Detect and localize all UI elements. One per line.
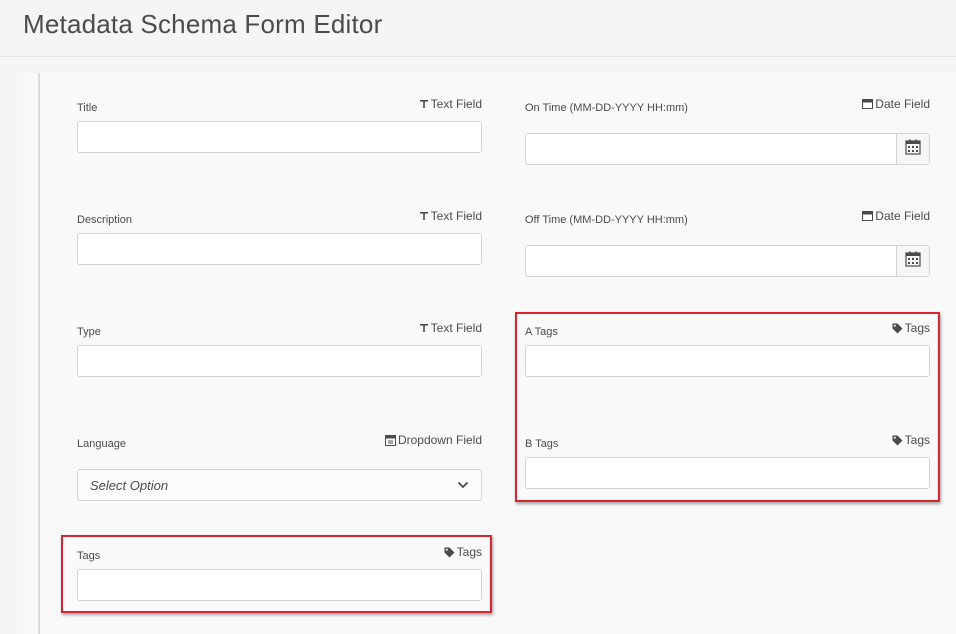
chevron-down-icon (457, 476, 469, 494)
on-time-field-type: Date Field (830, 97, 930, 111)
language-field-label: Language (77, 438, 126, 450)
title-input[interactable] (77, 121, 482, 153)
title-field-type-label: Text Field (430, 97, 482, 111)
type-field-label: Type (77, 326, 101, 338)
calendar-icon (905, 251, 921, 272)
type-field-type-label: Text Field (430, 321, 482, 335)
description-input[interactable] (77, 233, 482, 265)
text-icon (419, 211, 429, 221)
tags-highlight-box (61, 535, 492, 613)
ab-tags-highlight-box (515, 312, 940, 502)
text-icon (419, 323, 429, 333)
off-time-field-type: Date Field (830, 209, 930, 223)
off-time-input[interactable] (525, 245, 897, 277)
panel-left-rule (38, 73, 40, 634)
type-input[interactable] (77, 345, 482, 377)
calendar-icon (862, 211, 874, 221)
title-field-type: Text Field (380, 97, 482, 111)
on-time-input[interactable] (525, 133, 897, 165)
calendar-icon (862, 99, 874, 109)
off-time-field-type-label: Date Field (875, 209, 930, 223)
off-time-calendar-button[interactable] (896, 245, 930, 277)
on-time-field-label: On Time (MM-DD-YYYY HH:mm) (525, 102, 688, 114)
on-time-calendar-button[interactable] (896, 133, 930, 165)
on-time-field-type-label: Date Field (875, 97, 930, 111)
description-field-label: Description (77, 214, 133, 226)
language-field-type-label: Dropdown Field (397, 433, 482, 447)
language-field-type: Dropdown Field (360, 433, 482, 447)
calendar-icon (905, 139, 921, 160)
type-field-type: Text Field (380, 321, 482, 335)
language-select-placeholder: Select Option (90, 477, 169, 493)
title-divider (0, 56, 956, 57)
dropdown-icon (384, 434, 396, 446)
page-title: Metadata Schema Form Editor (23, 9, 383, 39)
description-field-type: Text Field (380, 209, 482, 223)
title-field-label: Title (77, 102, 98, 114)
off-time-field-label: Off Time (MM-DD-YYYY HH:mm) (525, 214, 688, 226)
description-field-type-label: Text Field (430, 209, 482, 223)
language-select[interactable]: Select Option (77, 469, 482, 501)
text-icon (419, 99, 429, 109)
